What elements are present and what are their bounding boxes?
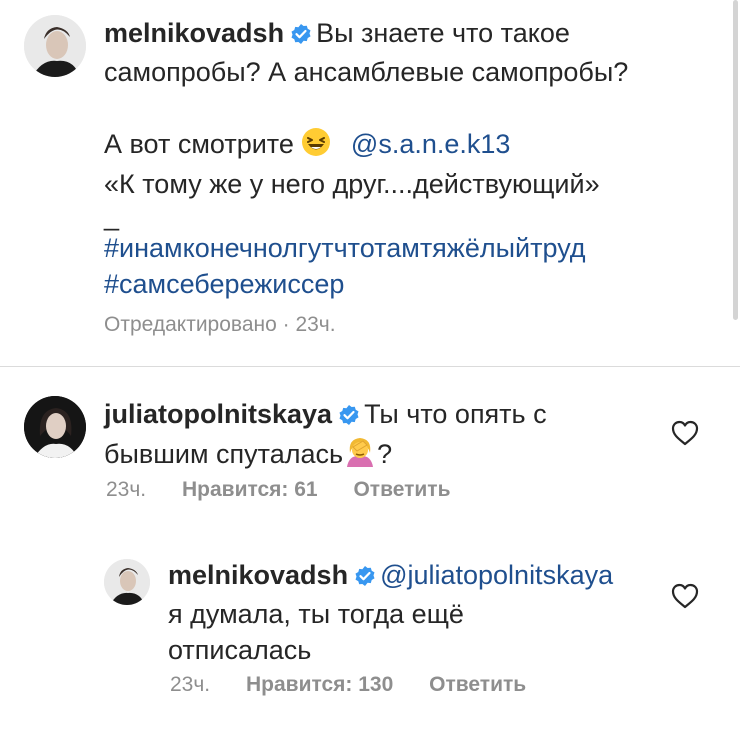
heart-icon[interactable] [671, 420, 699, 446]
reply-button[interactable]: Ответить [353, 478, 450, 501]
post-username[interactable]: melnikovadsh [104, 18, 284, 48]
scrollbar[interactable] [733, 0, 738, 320]
mention-link[interactable]: @s.a.n.e.k13 [351, 129, 511, 159]
caption-quote: «К тому же у него друг....действующий» [104, 169, 600, 199]
comment-time: 23ч. [170, 673, 211, 696]
verified-badge-icon [354, 560, 376, 596]
comment-username[interactable]: melnikovadsh [168, 560, 348, 590]
avatar[interactable] [104, 559, 150, 605]
avatar[interactable] [24, 15, 86, 77]
avatar[interactable] [24, 396, 86, 458]
caption-dash: _ [104, 201, 120, 231]
heart-icon[interactable] [671, 583, 699, 609]
comment-likes[interactable]: Нравится: 61 [182, 478, 318, 501]
laughing-emoji [301, 127, 331, 166]
caption-line: А вот смотрите [104, 129, 294, 159]
comment-text: Ты что опять с [364, 399, 547, 429]
caption-line: самопробы? А ансамблевые самопробы? [104, 57, 629, 87]
comment-text: я думала, ты тогда ещё [168, 599, 464, 629]
mention-link[interactable]: @juliatopolnitskaya [380, 560, 613, 590]
hashtag-link[interactable]: #инамконечнолгутчтотамтяжёлыйтруд [104, 230, 714, 266]
reply-comment: melnikovadsh @juliatopolnitskaya я думала… [0, 527, 740, 731]
verified-badge-icon [338, 399, 360, 435]
post-caption: melnikovadsh Вы знаете что такое самопроб… [0, 0, 740, 366]
facepalm-emoji [343, 435, 377, 476]
reply-button[interactable]: Ответить [429, 673, 526, 696]
verified-badge-icon [290, 18, 312, 54]
comment-text: ? [377, 439, 393, 469]
comment-text: бывшим спуталась [104, 439, 344, 469]
hashtag-link[interactable]: #самсебережиссер [104, 266, 714, 302]
post-meta: Отредактировано · 23ч. [104, 313, 336, 336]
comment-time: 23ч. [106, 478, 147, 501]
comment-likes[interactable]: Нравится: 130 [246, 673, 393, 696]
comment: juliatopolnitskaya Ты что опять с бывшим … [0, 367, 740, 527]
comment-text: отписалась [168, 635, 312, 665]
caption-line: Вы знаете что такое [316, 18, 570, 48]
comment-username[interactable]: juliatopolnitskaya [104, 399, 332, 429]
